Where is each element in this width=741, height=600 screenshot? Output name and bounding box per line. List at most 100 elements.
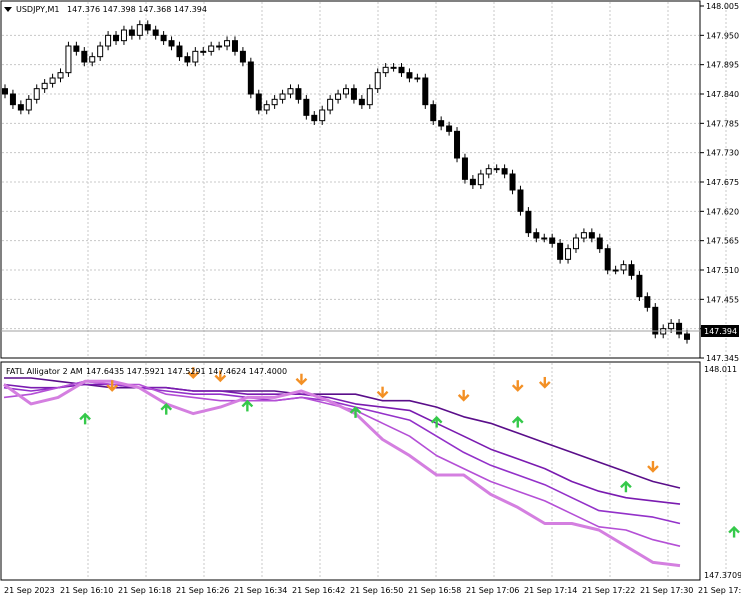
bear-candle <box>644 296 651 308</box>
bull-candle <box>668 322 675 330</box>
time-tick-label: 21 Sep 17:06 <box>466 586 519 595</box>
bull-candle <box>335 93 342 100</box>
bull-candle <box>216 45 223 48</box>
price-tick-label: 147.565 <box>706 237 739 246</box>
time-tick-label: 21 Sep 16:42 <box>292 586 345 595</box>
bull-candle <box>612 269 619 272</box>
price-tick-label: 147.950 <box>706 31 739 40</box>
bear-candle <box>160 34 167 42</box>
bull-candle <box>572 237 579 250</box>
bull-candle <box>97 45 104 58</box>
bear-candle <box>596 237 603 250</box>
bull-candle <box>192 50 199 63</box>
trading-chart[interactable]: USDJPY,M1 147.376 147.398 147.368 147.39… <box>0 0 741 600</box>
bear-candle <box>549 237 556 244</box>
bull-candle <box>136 24 143 36</box>
current-price-label: 147.394 <box>704 327 737 336</box>
bull-candle <box>263 104 270 111</box>
bull-candle <box>271 98 278 106</box>
bull-candle <box>327 98 334 111</box>
bear-candle <box>9 93 16 106</box>
bull-candle <box>49 77 56 84</box>
bear-candle <box>454 130 461 159</box>
bear-candle <box>430 104 437 122</box>
time-tick-label: 21 Sep 17:30 <box>640 586 693 595</box>
bear-candle <box>557 242 564 260</box>
bear-candle <box>247 61 254 95</box>
price-tick-label: 147.675 <box>706 178 739 187</box>
bull-candle <box>319 109 326 122</box>
time-tick-label: 21 Sep 17:38 <box>698 586 741 595</box>
bear-candle <box>604 248 611 271</box>
bear-candle <box>684 333 690 340</box>
bear-candle <box>501 168 508 175</box>
bear-candle <box>422 77 429 106</box>
main-symbol: USDJPY,M1 <box>16 5 60 14</box>
bull-candle <box>485 168 492 175</box>
price-tick-label: 147.455 <box>706 295 739 304</box>
bear-candle <box>2 88 8 95</box>
bull-candle <box>287 88 294 95</box>
price-tick-label: 147.895 <box>706 61 739 70</box>
price-tick-label: 147.840 <box>706 90 739 99</box>
bear-candle <box>628 264 635 276</box>
bull-candle <box>105 34 112 47</box>
bear-candle <box>255 93 262 111</box>
bull-candle <box>89 56 96 63</box>
bull-candle <box>382 66 389 74</box>
bull-candle <box>120 29 127 42</box>
bear-candle <box>676 322 683 335</box>
price-tick-label: 147.730 <box>706 149 739 158</box>
time-tick-label: 21 Sep 16:50 <box>350 586 403 595</box>
indicator-axis-top: 148.011 <box>704 365 737 374</box>
bull-candle <box>374 72 381 90</box>
bear-candle <box>588 232 595 239</box>
main-pane[interactable] <box>0 0 701 359</box>
bear-candle <box>128 29 135 36</box>
price-axis: 148.005 147.950 147.895 147.840 147.785 147.7… <box>700 2 739 363</box>
bear-candle <box>152 29 159 36</box>
bull-candle <box>41 82 48 90</box>
bear-candle <box>239 50 246 63</box>
bear-candle <box>406 72 413 79</box>
bull-candle <box>541 237 548 240</box>
bear-candle <box>469 178 476 186</box>
bull-candle <box>279 93 286 100</box>
bear-candle <box>533 232 540 239</box>
bear-candle <box>303 98 310 116</box>
price-tick-label: 147.510 <box>706 266 739 275</box>
bull-candle <box>390 66 397 69</box>
main-ohlc: 147.376 147.398 147.368 147.394 <box>67 5 207 14</box>
bull-candle <box>25 98 32 111</box>
bear-candle <box>184 56 191 63</box>
bear-candle <box>636 274 643 298</box>
bear-candle <box>446 125 453 132</box>
bull-candle <box>33 88 40 100</box>
indicator-values: 147.6435 147.5921 147.5291 147.4624 147.… <box>86 367 287 376</box>
bear-candle <box>350 88 357 100</box>
bull-candle <box>477 173 484 186</box>
bull-candle <box>414 77 421 80</box>
time-tick-label: 21 Sep 16:10 <box>60 586 113 595</box>
indicator-axis-bottom: 147.3709 <box>704 571 741 580</box>
bull-candle <box>493 168 500 171</box>
bear-candle <box>81 50 88 63</box>
time-tick-label: 21 Sep 2023 <box>4 586 55 595</box>
bull-candle <box>620 264 627 271</box>
bull-candle <box>580 232 587 239</box>
time-tick-label: 21 Sep 17:22 <box>582 586 635 595</box>
time-tick-label: 21 Sep 16:58 <box>408 586 461 595</box>
price-tick-label: 147.620 <box>706 207 739 216</box>
bull-candle <box>565 248 572 260</box>
bear-candle <box>461 157 468 180</box>
time-axis: 21 Sep 2023 21 Sep 16:10 21 Sep 16:18 21 Se… <box>4 586 741 595</box>
bear-candle <box>144 24 151 31</box>
time-tick-label: 21 Sep 16:18 <box>118 586 171 595</box>
bull-candle <box>343 88 349 95</box>
bear-candle <box>438 120 445 127</box>
time-tick-label: 21 Sep 16:34 <box>234 586 287 595</box>
bull-candle <box>208 45 215 52</box>
bull-candle <box>57 72 64 79</box>
time-tick-label: 21 Sep 17:14 <box>524 586 577 595</box>
indicator-name: FATL Alligator 2 AM <box>6 367 83 376</box>
